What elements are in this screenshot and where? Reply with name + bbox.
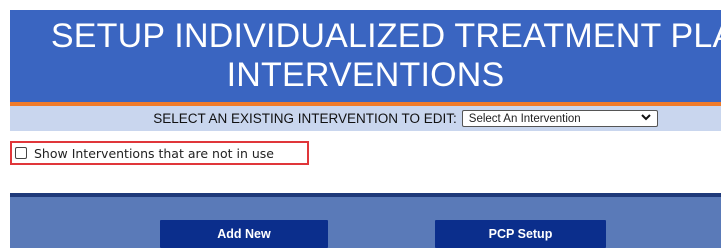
chevron-down-icon — [641, 112, 651, 125]
action-footer: Add New PCP Setup — [10, 197, 721, 248]
add-new-button[interactable]: Add New — [160, 220, 328, 248]
page-header: SETUP INDIVIDUALIZED TREATMENT PLAN INTE… — [10, 10, 721, 102]
page-title-line-1: SETUP INDIVIDUALIZED TREATMENT PLAN — [50, 17, 721, 55]
page-title-line-2: INTERVENTIONS — [226, 56, 505, 94]
intervention-select[interactable]: Select An Intervention — [461, 110, 658, 127]
show-unused-label[interactable]: Show Interventions that are not in use — [34, 146, 274, 161]
intervention-select-row: SELECT AN EXISTING INTERVENTION TO EDIT:… — [10, 106, 721, 131]
pcp-setup-button[interactable]: PCP Setup — [435, 220, 606, 248]
intervention-select-value: Select An Intervention — [468, 112, 581, 125]
show-unused-checkbox[interactable] — [15, 147, 27, 159]
show-unused-filter: Show Interventions that are not in use — [10, 141, 309, 165]
intervention-select-label: SELECT AN EXISTING INTERVENTION TO EDIT: — [153, 111, 457, 126]
